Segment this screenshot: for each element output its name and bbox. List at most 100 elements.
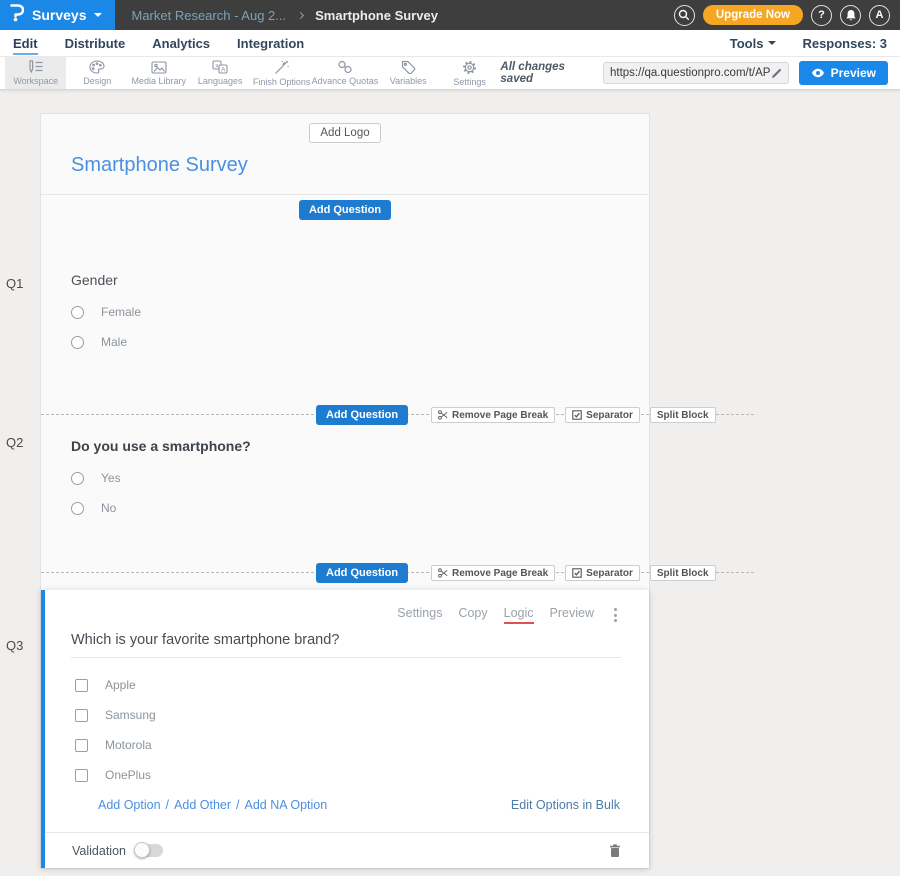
add-question-button[interactable]: Add Question (316, 405, 408, 425)
tab-analytics[interactable]: Analytics (152, 31, 210, 55)
option-row[interactable]: Yes (71, 463, 649, 493)
add-other-link[interactable]: Add Other (174, 798, 231, 812)
tab-integration[interactable]: Integration (237, 31, 304, 55)
section-nav-right: Tools Responses: 3 (730, 36, 887, 51)
toolbar-item-media-library[interactable]: Media Library (128, 57, 189, 89)
chevron-down-icon (94, 13, 102, 17)
scissors-icon (438, 410, 448, 420)
split-block-button[interactable]: Split Block (650, 565, 716, 581)
save-status: All changes saved (500, 61, 593, 85)
add-option-link[interactable]: Add Option (98, 798, 161, 812)
question-block-q2[interactable]: Do you use a smartphone? Yes No (41, 425, 649, 563)
toolbar-item-workspace[interactable]: Workspace (5, 57, 66, 89)
notifications-button[interactable] (840, 5, 861, 26)
palette-icon (89, 60, 105, 74)
scissors-icon (438, 568, 448, 578)
checkbox-icon[interactable] (75, 709, 88, 722)
toolbar-item-variables[interactable]: Variables (377, 57, 438, 89)
option-row[interactable]: Apple (75, 670, 649, 700)
question-tab-preview[interactable]: Preview (550, 606, 594, 624)
responses-count[interactable]: Responses: 3 (802, 36, 887, 51)
validation-label: Validation (72, 844, 126, 858)
question-code-q3: Q3 (6, 638, 23, 653)
edit-options-in-bulk-link[interactable]: Edit Options in Bulk (511, 798, 620, 812)
upgrade-now-button[interactable]: Upgrade Now (703, 5, 803, 25)
search-button[interactable] (674, 5, 695, 26)
add-question-button[interactable]: Add Question (316, 563, 408, 583)
toolbar-item-finish-options[interactable]: Finish Options (251, 57, 312, 89)
option-row[interactable]: No (71, 493, 649, 523)
option-label[interactable]: Motorola (105, 738, 152, 752)
magic-wand-icon (274, 60, 289, 75)
kebab-menu-icon[interactable] (610, 606, 621, 624)
topnav-actions: Upgrade Now ? A (674, 5, 900, 26)
option-label[interactable]: OnePlus (105, 768, 151, 782)
question-tab-copy[interactable]: Copy (458, 606, 487, 624)
search-icon (678, 9, 690, 21)
radio-icon[interactable] (71, 306, 84, 319)
checkbox-icon[interactable] (75, 769, 88, 782)
question-text-q2[interactable]: Do you use a smartphone? (71, 425, 649, 454)
toolbar-item-advance-quotas[interactable]: Advance Quotas (312, 57, 377, 89)
questionpro-logo-icon (10, 3, 24, 27)
page-break-row: Add Question Remove Page Break Separator… (41, 563, 754, 583)
avatar[interactable]: A (869, 5, 890, 26)
radio-icon[interactable] (71, 502, 84, 515)
add-question-button[interactable]: Add Question (299, 200, 391, 220)
add-na-option-link[interactable]: Add NA Option (245, 798, 328, 812)
survey-card: Add Logo Smartphone Survey Add Question … (40, 113, 650, 869)
question-block-q3-selected[interactable]: Settings Copy Logic Preview Which is you… (41, 590, 649, 868)
toolbar-item-settings[interactable]: Settings (439, 57, 500, 89)
option-label: Male (101, 335, 127, 349)
toolbar-item-languages[interactable]: xA Languages (189, 57, 250, 89)
separator-button[interactable]: Separator (565, 407, 640, 423)
option-row[interactable]: Motorola (75, 730, 649, 760)
tab-distribute[interactable]: Distribute (65, 31, 126, 55)
help-button[interactable]: ? (811, 5, 832, 26)
chain-links-icon (337, 60, 353, 74)
remove-page-break-button[interactable]: Remove Page Break (431, 407, 555, 423)
top-navbar: Surveys Market Research - Aug 2... Smart… (0, 0, 900, 30)
toolbar-item-design[interactable]: Design (66, 57, 127, 89)
option-label[interactable]: Apple (105, 678, 136, 692)
link-separator: / (166, 798, 169, 812)
survey-url-input[interactable] (610, 67, 771, 79)
tab-edit[interactable]: Edit (13, 31, 38, 55)
chevron-right-icon (297, 11, 304, 18)
bell-icon (845, 9, 857, 22)
tag-icon (401, 60, 416, 74)
delete-question-button[interactable] (609, 844, 621, 858)
split-block-button[interactable]: Split Block (650, 407, 716, 423)
option-row[interactable]: Female (71, 297, 649, 327)
preview-button[interactable]: Preview (799, 61, 888, 85)
survey-url-box (603, 62, 789, 84)
checkbox-icon[interactable] (75, 739, 88, 752)
survey-title[interactable]: Smartphone Survey (71, 154, 649, 177)
option-label: No (101, 501, 116, 515)
edit-url-pencil-icon[interactable] (771, 68, 782, 79)
question-tab-logic[interactable]: Logic (504, 606, 534, 624)
question-text-q3[interactable]: Which is your favorite smartphone brand? (71, 632, 621, 658)
option-row[interactable]: Male (71, 327, 649, 357)
question-code-q1: Q1 (6, 276, 23, 291)
question-tab-settings[interactable]: Settings (397, 606, 442, 624)
workspace-icon (27, 60, 44, 74)
add-logo-button[interactable]: Add Logo (309, 123, 380, 143)
radio-icon[interactable] (71, 336, 84, 349)
radio-icon[interactable] (71, 472, 84, 485)
remove-page-break-button[interactable]: Remove Page Break (431, 565, 555, 581)
question-footer: Validation (45, 832, 649, 868)
checkbox-icon[interactable] (75, 679, 88, 692)
surveys-menu[interactable]: Surveys (0, 0, 115, 30)
separator-button[interactable]: Separator (565, 565, 640, 581)
option-label[interactable]: Samsung (105, 708, 156, 722)
validation-toggle[interactable] (135, 844, 163, 857)
breadcrumb-folder[interactable]: Market Research - Aug 2... (131, 8, 286, 23)
option-row[interactable]: Samsung (75, 700, 649, 730)
toolbar-right: All changes saved Preview (500, 57, 900, 89)
question-text-q1[interactable]: Gender (71, 224, 649, 288)
option-label: Female (101, 305, 141, 319)
tools-menu[interactable]: Tools (730, 36, 777, 51)
question-block-q1[interactable]: Gender Female Male (41, 224, 649, 405)
option-row[interactable]: OnePlus (75, 760, 649, 790)
